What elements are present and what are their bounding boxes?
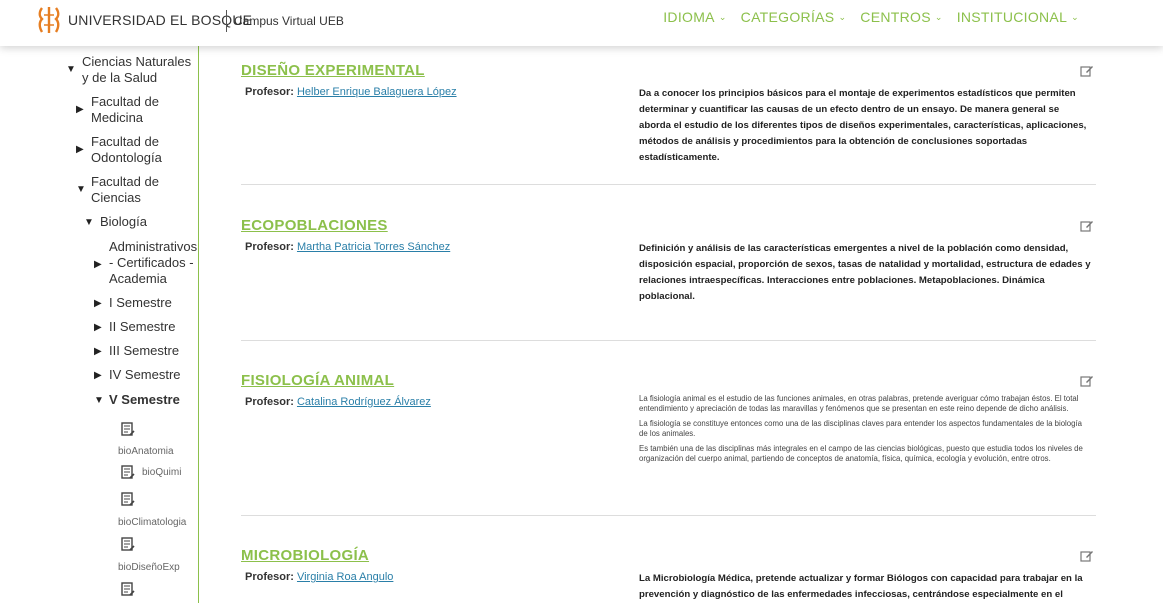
chevron-down-icon: ⌄ [838,11,847,22]
nav-centros[interactable]: CENTROS ⌄ [860,9,942,25]
collapsed-triangle-icon: ▶ [76,104,84,115]
collapsed-triangle-icon: ▶ [94,370,102,381]
tree-item-biologia[interactable]: ▼ Biología [84,214,194,230]
course-description: La fisiología animal es el estudio de la… [639,394,1091,469]
brand-name[interactable]: UNIVERSIDAD EL BOSQUE [68,12,252,28]
tree-item-label: IV Semestre [109,367,181,382]
professor-link[interactable]: Martha Patricia Torres Sánchez [297,241,450,253]
edit-icon[interactable] [1080,219,1094,233]
course-title[interactable]: ECOPOBLACIONES [241,217,388,234]
campus-subtitle[interactable]: Campus Virtual UEB [234,14,344,28]
professor-line: Profesor: Virginia Roa Angulo [245,571,393,583]
tree-item-medicina[interactable]: ▶ Facultad de Medicina [76,94,196,126]
brand-divider [226,10,227,32]
collapsed-triangle-icon: ▶ [94,322,102,333]
tree-item-odontologia[interactable]: ▶ Facultad de Odontología [76,134,196,166]
description-paragraph: Es también una de las disciplinas más in… [639,444,1083,463]
nav-institucional[interactable]: INSTITUCIONAL ⌄ [957,9,1079,25]
course-description: Da a conocer los principios básicos para… [639,88,1087,163]
nav-label: CENTROS [860,9,931,25]
course-title[interactable]: MICROBIOLOGÍA [241,547,369,564]
course-icon[interactable] [121,537,135,552]
tree-item-label: Administrativos - Certificados - Academi… [109,239,198,286]
nav-label: CATEGORÍAS [740,9,835,25]
tree-item-label: II Semestre [109,319,176,334]
course-divider [241,340,1096,341]
course-title[interactable]: DISEÑO EXPERIMENTAL [241,62,425,79]
nav-label: INSTITUCIONAL [956,9,1068,25]
course-link-biodisenoexp[interactable]: bioDiseñoExp [118,562,180,573]
collapsed-triangle-icon: ▶ [94,298,102,309]
tree-item-label: Facultad de Ciencias [91,174,159,205]
course-divider [241,515,1096,516]
course-link-bioquimi[interactable]: bioQuimi [142,467,181,478]
professor-label: Profesor: [245,86,294,98]
main-nav: IDIOMA ⌄ CATEGORÍAS ⌄ CENTROS ⌄ INSTITUCION… [663,9,1079,25]
university-logo[interactable] [38,6,60,34]
professor-label: Profesor: [245,396,294,408]
tree-item-label: Facultad de Odontología [91,134,162,165]
tree-item-ciencias[interactable]: ▼ Facultad de Ciencias [76,174,196,206]
edit-icon[interactable] [1080,64,1094,78]
category-tree: ▼ Ciencias Naturales y de la Salud ▶ Fac… [0,46,199,603]
tree-item-label: Ciencias Naturales y de la Salud [82,54,192,85]
professor-link[interactable]: Virginia Roa Angulo [297,571,393,583]
course-link-bioclimatologia[interactable]: bioClimatologia [118,517,186,528]
course-link-bioanatomia[interactable]: bioAnatomia [118,446,174,457]
expanded-triangle-icon: ▼ [84,217,94,228]
description-paragraph: La fisiología se constituye entonces com… [639,419,1082,438]
tree-item-iv-semestre[interactable]: ▶ IV Semestre [94,367,194,383]
edit-icon[interactable] [1080,549,1094,563]
professor-line: Profesor: Helber Enrique Balaguera López [245,86,457,98]
tree-item-label: Facultad de Medicina [91,94,159,125]
chevron-down-icon: ⌄ [1071,11,1079,22]
professor-link[interactable]: Helber Enrique Balaguera López [297,86,457,98]
course-icon[interactable] [121,582,135,597]
chevron-down-icon: ⌄ [934,11,943,22]
description-paragraph: La fisiología animal es el estudio de la… [639,394,1079,413]
collapsed-triangle-icon: ▶ [94,259,102,270]
tree-item-label: V Semestre [109,392,180,407]
professor-line: Profesor: Martha Patricia Torres Sánchez [245,241,450,253]
course-icon[interactable] [121,465,135,480]
tree-item-i-semestre[interactable]: ▶ I Semestre [94,295,194,311]
expanded-triangle-icon: ▼ [76,184,86,195]
course-list: DISEÑO EXPERIMENTAL Profesor: Helber Enr… [241,46,1096,603]
collapsed-triangle-icon: ▶ [76,144,84,155]
course-divider [241,184,1096,185]
tree-item-label: Biología [100,214,147,229]
tree-item-label: III Semestre [109,343,180,358]
tree-item-administrativos[interactable]: ▶ Administrativos - Certificados - Acade… [94,239,198,287]
tree-item-ciencias-naturales[interactable]: ▼ Ciencias Naturales y de la Salud [66,54,198,86]
professor-label: Profesor: [245,241,294,253]
course-icon[interactable] [121,492,135,507]
professor-label: Profesor: [245,571,294,583]
chevron-down-icon: ⌄ [718,11,727,22]
course-title[interactable]: FISIOLOGÍA ANIMAL [241,372,394,389]
nav-label: IDIOMA [663,9,715,25]
tree-item-iii-semestre[interactable]: ▶ III Semestre [94,343,194,359]
tree-item-label: I Semestre [109,295,172,310]
nav-idioma[interactable]: IDIOMA ⌄ [663,9,726,25]
expanded-triangle-icon: ▼ [94,395,104,406]
tree-item-ii-semestre[interactable]: ▶ II Semestre [94,319,194,335]
professor-link[interactable]: Catalina Rodríguez Álvarez [297,396,431,408]
course-description: Definición y análisis de las característ… [639,243,1091,302]
edit-icon[interactable] [1080,374,1094,388]
nav-categorias[interactable]: CATEGORÍAS ⌄ [741,9,847,25]
course-description: La Microbiología Médica, pretende actual… [639,573,1083,600]
tree-item-v-semestre[interactable]: ▼ V Semestre [94,392,194,408]
course-icon[interactable] [121,422,135,437]
collapsed-triangle-icon: ▶ [94,346,102,357]
professor-line: Profesor: Catalina Rodríguez Álvarez [245,396,431,408]
top-header: UNIVERSIDAD EL BOSQUE Campus Virtual UEB… [0,0,1163,46]
expanded-triangle-icon: ▼ [66,64,76,75]
